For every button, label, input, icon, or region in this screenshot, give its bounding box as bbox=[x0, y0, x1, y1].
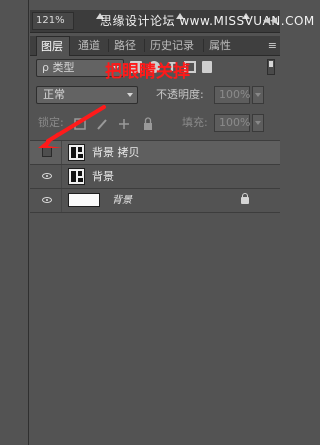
thumbnail-detail bbox=[71, 171, 76, 182]
eye-icon[interactable] bbox=[42, 173, 52, 179]
layer-thumbnail bbox=[68, 193, 100, 207]
opacity-field[interactable]: 100% bbox=[214, 86, 250, 104]
tab-layers[interactable]: 图层 bbox=[36, 36, 70, 56]
layer-row[interactable]: 背景 拷贝 bbox=[30, 140, 280, 164]
divider bbox=[30, 212, 280, 213]
visibility-toggle[interactable] bbox=[30, 165, 62, 188]
chevron-down-icon bbox=[255, 121, 261, 125]
tab-divider bbox=[144, 39, 145, 52]
opacity-label: 不透明度: bbox=[156, 88, 204, 101]
visibility-off-icon[interactable] bbox=[42, 147, 52, 157]
thumbnail-detail bbox=[78, 154, 83, 158]
layer-row[interactable]: 背景 bbox=[30, 188, 280, 212]
blend-row: 正常 不透明度: 100% bbox=[30, 86, 280, 106]
thumbnail-detail bbox=[78, 147, 82, 152]
eye-pupil bbox=[45, 198, 48, 201]
layer-name[interactable]: 背景 bbox=[112, 189, 132, 212]
visibility-toggle[interactable] bbox=[30, 141, 62, 164]
blend-mode-dropdown[interactable]: 正常 bbox=[36, 86, 138, 104]
zoom-field[interactable]: 121% bbox=[32, 12, 74, 30]
lock-pixels-icon[interactable] bbox=[97, 119, 107, 130]
lock-all-icon[interactable] bbox=[144, 117, 152, 130]
watermark-text: 思缘设计论坛 www.MISSVUAN.COM bbox=[100, 14, 315, 28]
eye-icon[interactable] bbox=[42, 197, 52, 203]
left-strip-edge bbox=[28, 0, 29, 445]
tab-history[interactable]: 历史记录 bbox=[146, 36, 202, 55]
thumbnail-detail bbox=[71, 147, 76, 158]
annotation-text: 把眼睛关掉 bbox=[105, 62, 190, 82]
fill-field[interactable]: 100% bbox=[214, 114, 250, 132]
visibility-toggle[interactable] bbox=[30, 189, 62, 212]
top-bar: 121% 思缘设计论坛 www.MISSVUAN.COM ◀◀ bbox=[30, 10, 314, 33]
layer-thumbnail bbox=[68, 144, 85, 161]
tab-divider bbox=[203, 39, 204, 52]
layer-row[interactable]: 背景 bbox=[30, 164, 280, 188]
filter-toggle[interactable] bbox=[267, 59, 275, 75]
lock-transparent-icon[interactable] bbox=[74, 118, 86, 130]
lock-row: 锁定: 填充: 100% bbox=[30, 114, 280, 134]
tab-paths[interactable]: 路径 bbox=[110, 36, 142, 55]
layers-panel: 121% 思缘设计论坛 www.MISSVUAN.COM ◀◀ 图层 通道 路径… bbox=[30, 0, 314, 445]
tab-channels[interactable]: 通道 bbox=[74, 36, 106, 55]
blend-mode-label: 正常 bbox=[43, 88, 65, 101]
filter-toggle-knob bbox=[269, 61, 273, 67]
tab-properties[interactable]: 属性 bbox=[205, 36, 237, 55]
lock-position-icon[interactable] bbox=[119, 119, 129, 129]
left-strip bbox=[0, 0, 29, 445]
lock-icons bbox=[74, 117, 152, 130]
opacity-stepper[interactable] bbox=[252, 86, 264, 104]
layer-name[interactable]: 背景 bbox=[92, 165, 114, 188]
collapse-icon[interactable]: ◀◀ bbox=[263, 16, 277, 26]
chevron-down-icon bbox=[255, 93, 261, 97]
panel-tabs: 图层 通道 路径 历史记录 属性 ≡ bbox=[30, 36, 280, 56]
eye-pupil bbox=[45, 174, 48, 177]
lock-label: 锁定: bbox=[38, 116, 64, 129]
panel-menu-icon[interactable]: ≡ bbox=[268, 39, 277, 52]
thumbnail-detail bbox=[78, 178, 83, 182]
chevron-down-icon bbox=[127, 93, 133, 97]
filter-kind-label: ρ 类型 bbox=[42, 61, 75, 74]
layer-thumbnail bbox=[68, 168, 85, 185]
thumbnail-detail bbox=[78, 171, 82, 176]
fill-stepper[interactable] bbox=[252, 114, 264, 132]
layer-name[interactable]: 背景 拷贝 bbox=[92, 141, 140, 164]
lock-icon bbox=[241, 193, 249, 204]
tab-divider bbox=[108, 39, 109, 52]
fill-label: 填充: bbox=[182, 116, 208, 129]
smart-object-filter-icon[interactable] bbox=[202, 61, 212, 73]
